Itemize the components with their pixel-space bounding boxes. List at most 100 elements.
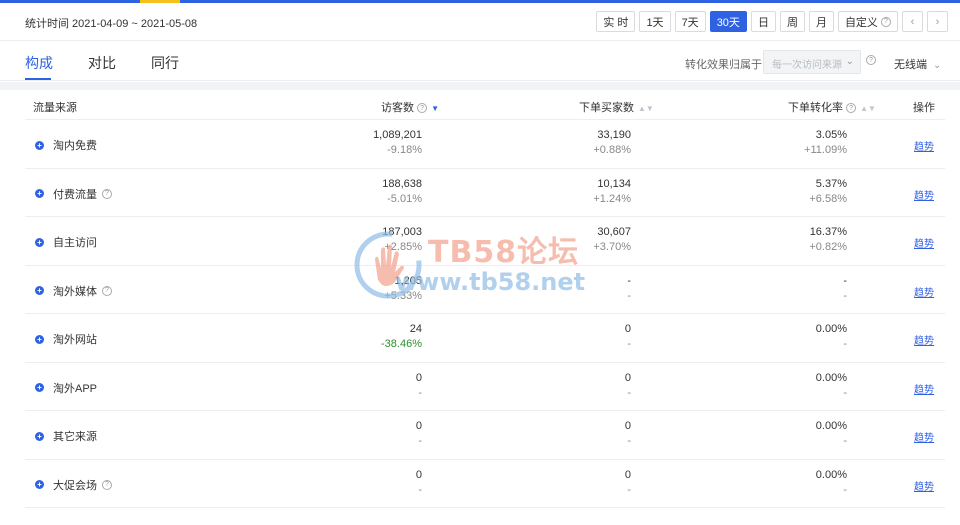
- range-button-realtime[interactable]: 实 时: [596, 11, 636, 32]
- source-name: 淘外媒体: [53, 285, 97, 298]
- table-row: + 大促会场? 0- 0- 0.00% - 趋势: [25, 460, 945, 508]
- chevron-right-icon: ›: [935, 15, 940, 28]
- header-visitors[interactable]: 访客数 ? ▼: [381, 99, 439, 115]
- header-visitors-label: 访客数: [381, 102, 414, 114]
- table-row: + 其它来源 0- 0- 0.00% - 趋势: [25, 411, 945, 460]
- range-button-month[interactable]: 月: [808, 11, 834, 32]
- range-button-30day[interactable]: 30天: [709, 11, 747, 32]
- header-buyers[interactable]: 下单买家数 ▲▼: [579, 99, 654, 115]
- buyers-cell: 33,190 +0.88%: [507, 129, 631, 159]
- rate-delta: +11.09%: [804, 144, 847, 156]
- table-row: + 付费流量? 188,638 -5.01% 10,134 +1.24% 5.37% +…: [25, 169, 945, 217]
- device-select-value: 无线端: [894, 59, 927, 71]
- expand-plus-icon[interactable]: +: [35, 480, 44, 489]
- range-button-custom-label: 自定义: [844, 16, 878, 29]
- buyers-cell: 0-: [507, 323, 631, 353]
- trend-link[interactable]: 趋势: [914, 235, 934, 250]
- rate-delta: -: [843, 338, 847, 350]
- source-cell[interactable]: + 淘外网站: [35, 331, 97, 347]
- help-icon[interactable]: ?: [866, 55, 876, 65]
- rate-value: -: [843, 274, 847, 287]
- source-cell[interactable]: + 付费流量?: [35, 186, 112, 202]
- trend-link[interactable]: 趋势: [914, 381, 934, 396]
- range-button-week[interactable]: 周: [779, 11, 805, 32]
- buyers-delta: -: [627, 435, 631, 447]
- source-cell[interactable]: + 其它来源: [35, 428, 97, 444]
- expand-plus-icon[interactable]: +: [35, 383, 44, 392]
- tab-compare[interactable]: 对比: [88, 53, 116, 73]
- range-button-7day[interactable]: 7天: [674, 11, 706, 32]
- sort-icon[interactable]: ▲▼: [638, 104, 654, 113]
- tab-composition[interactable]: 构成: [25, 53, 53, 73]
- visitors-value: 0: [415, 468, 422, 481]
- expand-plus-icon[interactable]: +: [35, 431, 44, 441]
- table-row: + 淘外媒体? 1,205 +5.33% -- -- 趋势: [25, 266, 945, 314]
- tab-peers[interactable]: 同行: [151, 53, 179, 73]
- section-gap: [0, 82, 960, 90]
- device-select[interactable]: 无线端 ⌄: [894, 56, 941, 72]
- visitors-value: 187,003: [382, 226, 422, 238]
- visitors-cell: 0-: [300, 469, 422, 499]
- expand-plus-icon[interactable]: +: [35, 189, 44, 198]
- header-source: 流量来源: [33, 102, 77, 114]
- buyers-delta: +0.88%: [593, 144, 631, 156]
- date-range-label: 统计时间 2021-04-09 ~ 2021-05-08: [25, 18, 198, 30]
- rate-value: 16.37%: [809, 226, 847, 238]
- rate-cell: 0.00% -: [725, 323, 847, 353]
- visitors-cell: 1,205 +5.33%: [300, 275, 422, 305]
- buyers-delta: +3.70%: [593, 241, 631, 253]
- trend-link[interactable]: 趋势: [914, 429, 934, 444]
- trend-link[interactable]: 趋势: [914, 332, 934, 347]
- trend-link[interactable]: 趋势: [914, 138, 934, 153]
- table-row: + 淘内免费 1,089,201 -9.18% 33,190 +0.88% 3.05%…: [25, 120, 945, 169]
- header-rate[interactable]: 下单转化率 ? ▲▼: [788, 99, 876, 115]
- source-cell[interactable]: + 淘内免费: [35, 137, 97, 153]
- expand-plus-icon[interactable]: +: [35, 286, 44, 295]
- trend-link[interactable]: 趋势: [914, 187, 934, 202]
- buyers-cell: 0-: [507, 372, 631, 402]
- rate-cell: 16.37% +0.82%: [725, 226, 847, 256]
- visitors-value: 0: [415, 371, 422, 384]
- source-cell[interactable]: + 大促会场?: [35, 477, 112, 493]
- next-period-button[interactable]: ›: [927, 11, 948, 32]
- trend-link[interactable]: 趋势: [914, 478, 934, 493]
- sort-desc-icon[interactable]: ▼: [431, 104, 439, 113]
- prev-period-button[interactable]: ‹: [902, 11, 923, 32]
- rate-value: 0.00%: [815, 371, 847, 384]
- visitors-cell: 0-: [300, 420, 422, 450]
- rate-cell: 0.00% -: [725, 372, 847, 402]
- conversion-attribution-value: 每一次访问来源: [772, 60, 842, 71]
- buyers-cell: 30,607 +3.70%: [507, 226, 631, 256]
- trend-link[interactable]: 趋势: [914, 284, 934, 299]
- expand-plus-icon[interactable]: +: [35, 237, 44, 247]
- rate-delta: +6.58%: [809, 192, 847, 205]
- rate-delta: -: [843, 435, 847, 447]
- buyers-delta: -: [627, 338, 631, 350]
- sort-icon[interactable]: ▲▼: [860, 104, 876, 113]
- range-button-1day[interactable]: 1天: [639, 11, 671, 32]
- visitors-delta: -: [418, 483, 422, 496]
- buyers-value: 33,190: [597, 129, 631, 141]
- table-header: 流量来源 访客数 ? ▼ 下单买家数 ▲▼ 下单转化率 ? ▲▼ 操作: [25, 92, 945, 120]
- buyers-value: 30,607: [597, 226, 631, 238]
- help-icon: ?: [417, 103, 428, 114]
- source-cell[interactable]: + 淘外媒体?: [35, 283, 112, 299]
- source-cell[interactable]: + 淘外APP: [35, 380, 97, 396]
- source-cell[interactable]: + 自主访问: [35, 234, 97, 250]
- expand-plus-icon[interactable]: +: [35, 140, 44, 150]
- buyers-value: 0: [624, 323, 631, 335]
- visitors-cell: 24 -38.46%: [300, 323, 422, 353]
- rate-delta: -: [843, 483, 847, 496]
- table-row: + 自主访问 187,003 +2.85% 30,607 +3.70% 16.37% +…: [25, 217, 945, 266]
- conversion-attribution-label: 转化效果归属于：: [685, 59, 773, 71]
- range-button-custom[interactable]: 自定义 ?: [837, 11, 898, 32]
- expand-plus-icon[interactable]: +: [35, 334, 44, 344]
- source-name: 自主访问: [53, 237, 97, 249]
- range-button-day[interactable]: 日: [750, 11, 776, 32]
- buyers-cell: --: [507, 275, 631, 305]
- conversion-attribution-select[interactable]: 每一次访问来源 ⌄: [763, 50, 861, 74]
- date-range-bar: 统计时间 2021-04-09 ~ 2021-05-08 实 时 1天 7天 3…: [0, 3, 960, 41]
- buyers-value: 0: [624, 468, 631, 481]
- range-button-group: 实 时 1天 7天 30天 日 周 月 自定义 ? ‹ ›: [596, 11, 948, 32]
- rate-value: 5.37%: [815, 177, 847, 190]
